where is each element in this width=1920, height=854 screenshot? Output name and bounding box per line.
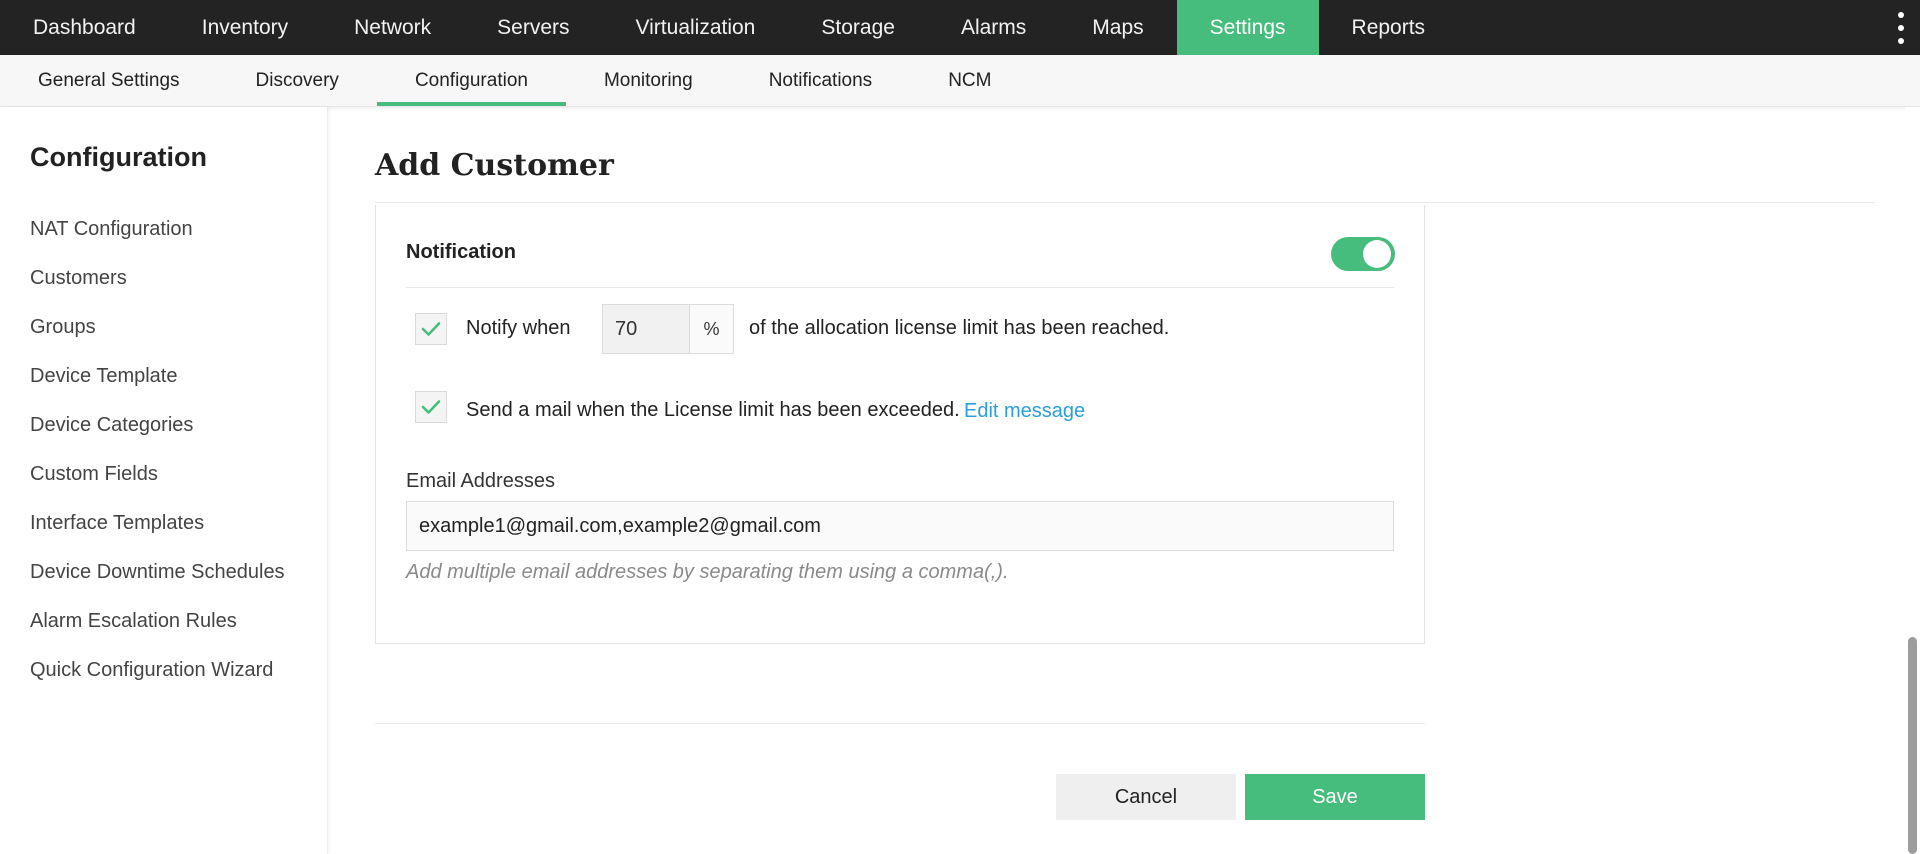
tab-alarms[interactable]: Alarms xyxy=(928,0,1059,55)
subtab-monitoring[interactable]: Monitoring xyxy=(566,55,731,106)
percent-addon: % xyxy=(690,304,734,354)
edit-message-link[interactable]: Edit message xyxy=(964,400,1085,423)
tab-dashboard[interactable]: Dashboard xyxy=(0,0,169,55)
page-scrollbar[interactable] xyxy=(1905,107,1920,854)
sidebar-item-device-categories[interactable]: Device Categories xyxy=(30,413,285,462)
sidebar-item-quick-configuration-wizard[interactable]: Quick Configuration Wizard xyxy=(30,658,285,707)
tab-maps[interactable]: Maps xyxy=(1059,0,1176,55)
notification-divider xyxy=(406,287,1394,288)
subtab-discovery[interactable]: Discovery xyxy=(218,55,377,106)
sidebar-menu: NAT Configuration Customers Groups Devic… xyxy=(30,217,285,707)
send-mail-checkbox[interactable] xyxy=(415,391,447,423)
subtab-ncm[interactable]: NCM xyxy=(910,55,1029,106)
sidebar-item-custom-fields[interactable]: Custom Fields xyxy=(30,462,285,511)
subtab-general-settings[interactable]: General Settings xyxy=(0,55,218,106)
more-vertical-icon[interactable] xyxy=(1896,12,1906,44)
notification-toggle[interactable] xyxy=(1331,237,1395,271)
sidebar-item-nat-configuration[interactable]: NAT Configuration xyxy=(30,217,285,266)
tab-settings[interactable]: Settings xyxy=(1176,0,1319,55)
email-addresses-label: Email Addresses xyxy=(406,470,555,492)
sidebar-item-device-template[interactable]: Device Template xyxy=(30,364,285,413)
toggle-knob xyxy=(1363,240,1391,268)
sidebar-item-device-downtime-schedules[interactable]: Device Downtime Schedules xyxy=(30,560,285,609)
title-divider xyxy=(375,202,1875,203)
check-icon xyxy=(421,322,441,336)
send-mail-label: Send a mail when the License limit has b… xyxy=(466,399,960,421)
page-title: Add Customer xyxy=(375,148,614,183)
sidebar-item-groups[interactable]: Groups xyxy=(30,315,285,364)
notification-panel: Notification Notify when % of the alloca… xyxy=(375,205,1425,644)
email-hint: Add multiple email addresses by separati… xyxy=(406,561,1009,583)
sidebar-title: Configuration xyxy=(30,142,207,172)
subtab-notifications[interactable]: Notifications xyxy=(731,55,911,106)
sidebar-item-customers[interactable]: Customers xyxy=(30,266,285,315)
tab-network[interactable]: Network xyxy=(321,0,464,55)
notify-suffix-label: of the allocation license limit has been… xyxy=(749,317,1170,339)
save-button[interactable]: Save xyxy=(1245,774,1425,820)
notify-checkbox[interactable] xyxy=(415,313,447,345)
top-navigation: Dashboard Inventory Network Servers Virt… xyxy=(0,0,1920,55)
tab-servers[interactable]: Servers xyxy=(464,0,602,55)
cancel-button[interactable]: Cancel xyxy=(1056,774,1236,820)
footer-divider xyxy=(375,723,1425,724)
scrollbar-thumb[interactable] xyxy=(1908,637,1917,854)
sidebar: Configuration NAT Configuration Customer… xyxy=(0,107,328,854)
notify-prefix-label: Notify when xyxy=(466,317,571,339)
email-addresses-input[interactable] xyxy=(406,501,1394,551)
settings-subnav: General Settings Discovery Configuration… xyxy=(0,55,1920,107)
tab-virtualization[interactable]: Virtualization xyxy=(603,0,789,55)
tab-storage[interactable]: Storage xyxy=(788,0,928,55)
subtab-configuration[interactable]: Configuration xyxy=(376,55,566,106)
license-percent-input[interactable] xyxy=(602,304,690,354)
sidebar-item-alarm-escalation-rules[interactable]: Alarm Escalation Rules xyxy=(30,609,285,658)
check-icon xyxy=(421,400,441,414)
notification-heading: Notification xyxy=(406,241,516,263)
tab-inventory[interactable]: Inventory xyxy=(169,0,321,55)
sidebar-item-interface-templates[interactable]: Interface Templates xyxy=(30,511,285,560)
tab-reports[interactable]: Reports xyxy=(1319,0,1459,55)
